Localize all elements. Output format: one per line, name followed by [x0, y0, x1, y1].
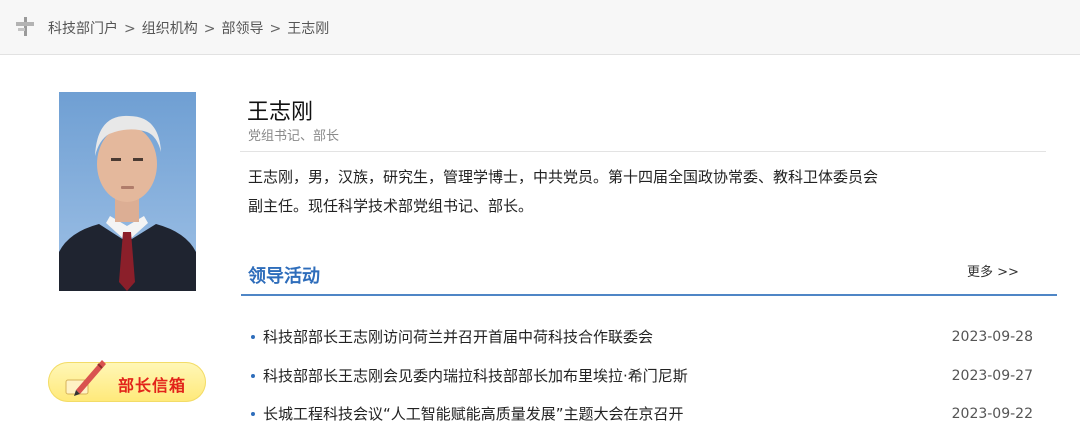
- news-date: 2023-09-22: [951, 406, 1033, 422]
- activities-heading: 领导活动: [248, 266, 320, 287]
- news-title-link[interactable]: 科技部部长王志刚访问荷兰并召开首届中荷科技合作联委会: [263, 318, 653, 357]
- section-divider: [241, 294, 1057, 296]
- news-title-link[interactable]: 长城工程科技会议“人工智能赋能高质量发展”主题大会在京召开: [263, 395, 684, 434]
- breadcrumb-organization[interactable]: 组织机构: [142, 21, 198, 37]
- breadcrumb: 科技部门户 > 组织机构 > 部领导 > 王志刚: [48, 18, 329, 38]
- minister-mailbox-button[interactable]: 部长信箱: [48, 360, 206, 402]
- quill-pen-icon: [65, 360, 106, 396]
- leader-bio: 王志刚，男，汉族，研究生，管理学博士，中共党员。第十四届全国政协常委、教科卫体委…: [248, 163, 938, 221]
- bullet-icon: [251, 412, 255, 416]
- list-item: 长城工程科技会议“人工智能赋能高质量发展”主题大会在京召开 2023-09-22: [248, 395, 1038, 434]
- more-link[interactable]: 更多 >>: [967, 261, 1019, 280]
- breadcrumb-leaders[interactable]: 部领导: [221, 21, 263, 37]
- breadcrumb-bar: 科技部门户 > 组织机构 > 部领导 > 王志刚: [0, 0, 1080, 55]
- bullet-icon: [251, 335, 255, 339]
- breadcrumb-current: 王志刚: [287, 21, 330, 37]
- news-date: 2023-09-27: [951, 367, 1033, 384]
- bullet-icon: [251, 373, 255, 378]
- news-title-link[interactable]: 科技部部长王志刚会见委内瑞拉科技部部长加布里埃拉·希门尼斯: [263, 357, 688, 396]
- leader-position: 党组书记、部长: [248, 129, 340, 144]
- minister-mailbox-label: 部长信箱: [118, 376, 187, 395]
- location-pin-icon: [16, 17, 34, 36]
- list-item: 科技部部长王志刚访问荷兰并召开首届中荷科技合作联委会 2023-09-28: [248, 318, 1038, 357]
- bio-line: 副主任。现任科学技术部党组书记、部长。: [248, 197, 534, 215]
- breadcrumb-separator: >: [269, 21, 282, 37]
- breadcrumb-home[interactable]: 科技部门户: [48, 21, 118, 37]
- bio-line: 王志刚，男，汉族，研究生，管理学博士，中共党员。第十四届全国政协常委、教科卫体委…: [248, 168, 879, 186]
- leader-portrait: [59, 92, 196, 291]
- divider: [240, 151, 1046, 152]
- breadcrumb-separator: >: [203, 21, 216, 37]
- breadcrumb-separator: >: [124, 21, 136, 37]
- news-date: 2023-09-28: [951, 329, 1033, 345]
- leader-name: 王志刚: [247, 100, 314, 125]
- activities-list: 科技部部长王志刚访问荷兰并召开首届中荷科技合作联委会 2023-09-28 科技…: [248, 318, 1038, 434]
- list-item: 科技部部长王志刚会见委内瑞拉科技部部长加布里埃拉·希门尼斯 2023-09-27: [248, 357, 1038, 396]
